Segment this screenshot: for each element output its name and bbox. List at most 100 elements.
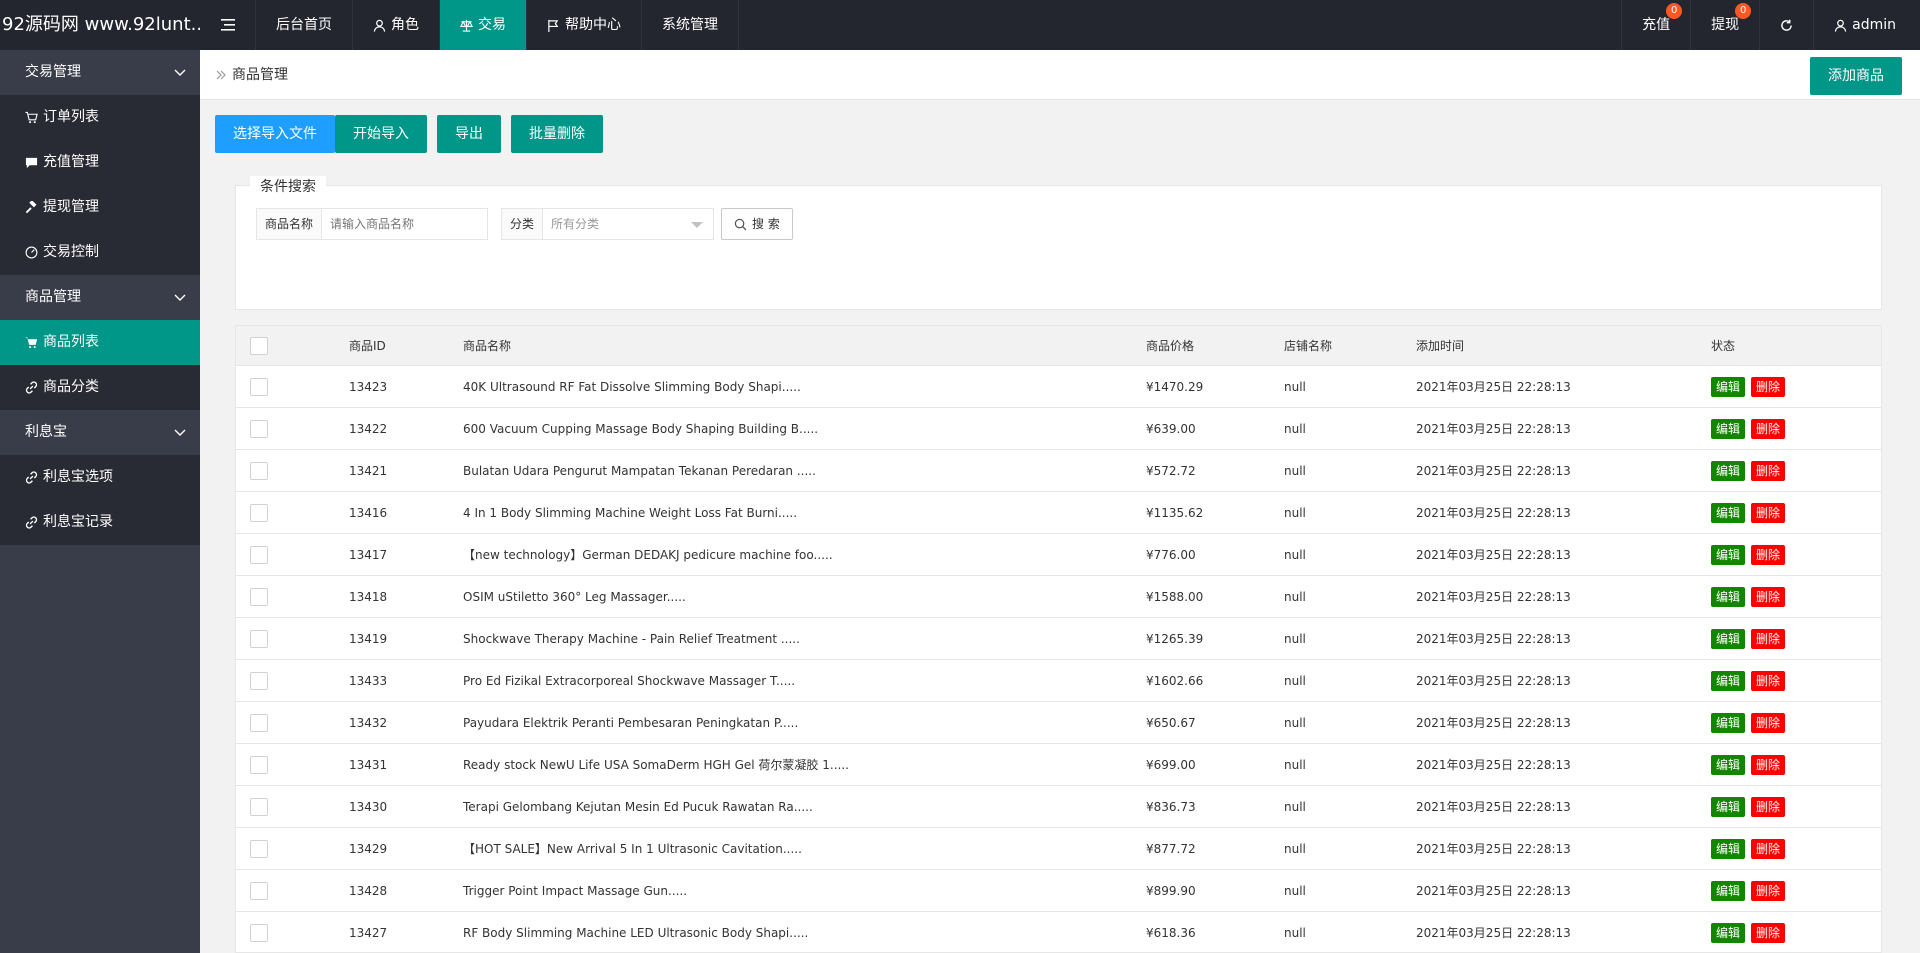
sidebar-item-withdraw[interactable]: 提现管理 bbox=[0, 185, 200, 230]
row-checkbox[interactable] bbox=[250, 671, 268, 690]
category-select[interactable]: 所有分类 bbox=[543, 209, 713, 239]
logo[interactable]: 92源码网 www.92lunt... bbox=[0, 0, 200, 50]
goods-name-input[interactable] bbox=[322, 209, 488, 239]
export-button[interactable]: 导出 bbox=[437, 115, 501, 153]
cell-shop: null bbox=[1284, 883, 1306, 898]
nav-help-label: 帮助中心 bbox=[565, 17, 621, 33]
row-checkbox[interactable] bbox=[250, 503, 268, 522]
edit-button[interactable]: 编辑 bbox=[1711, 586, 1746, 607]
chevron-down-icon bbox=[174, 294, 186, 301]
delete-button[interactable]: 删除 bbox=[1751, 628, 1786, 649]
nav-role[interactable]: 角色 bbox=[353, 0, 440, 50]
delete-button[interactable]: 删除 bbox=[1751, 376, 1786, 397]
row-checkbox[interactable] bbox=[250, 545, 268, 564]
cell-name: Shockwave Therapy Machine - Pain Relief … bbox=[463, 631, 800, 646]
delete-button[interactable]: 删除 bbox=[1751, 880, 1786, 901]
start-import-button[interactable]: 开始导入 bbox=[335, 115, 427, 153]
row-checkbox[interactable] bbox=[250, 587, 268, 606]
nav-trade[interactable]: 交易 bbox=[440, 0, 527, 50]
edit-button[interactable]: 编辑 bbox=[1711, 754, 1746, 775]
batch-delete-button[interactable]: 批量删除 bbox=[511, 115, 603, 153]
header-check-cell bbox=[250, 326, 280, 365]
row-checkbox[interactable] bbox=[250, 755, 268, 774]
delete-button[interactable]: 删除 bbox=[1751, 922, 1786, 943]
sidebar-item-interest-records[interactable]: 利息宝记录 bbox=[0, 500, 200, 545]
delete-button[interactable]: 删除 bbox=[1751, 586, 1786, 607]
delete-button[interactable]: 删除 bbox=[1751, 670, 1786, 691]
edit-button[interactable]: 编辑 bbox=[1711, 544, 1746, 565]
user-menu[interactable]: admin bbox=[1813, 0, 1920, 50]
sidebar-item-goods-category[interactable]: 商品分类 bbox=[0, 365, 200, 410]
delete-button[interactable]: 删除 bbox=[1751, 544, 1786, 565]
edit-button[interactable]: 编辑 bbox=[1711, 376, 1746, 397]
row-checkbox[interactable] bbox=[250, 839, 268, 858]
edit-button[interactable]: 编辑 bbox=[1711, 628, 1746, 649]
breadcrumb-current[interactable]: 商品管理 bbox=[232, 50, 288, 100]
nav-system[interactable]: 系统管理 bbox=[642, 0, 739, 50]
edit-button[interactable]: 编辑 bbox=[1711, 418, 1746, 439]
delete-button[interactable]: 删除 bbox=[1751, 502, 1786, 523]
sidebar-group-goods[interactable]: 商品管理 bbox=[0, 275, 200, 320]
row-checkbox[interactable] bbox=[250, 923, 268, 942]
scale-icon bbox=[460, 19, 473, 32]
edit-button[interactable]: 编辑 bbox=[1711, 838, 1746, 859]
cell-actions: 编辑 删除 bbox=[1711, 660, 1881, 701]
delete-button[interactable]: 删除 bbox=[1751, 712, 1786, 733]
header-shop: 店铺名称 bbox=[1284, 339, 1333, 353]
delete-button[interactable]: 删除 bbox=[1751, 796, 1786, 817]
row-checkbox[interactable] bbox=[250, 881, 268, 900]
cell-shop: null bbox=[1284, 631, 1306, 646]
refresh-button[interactable] bbox=[1759, 0, 1813, 50]
row-check-cell bbox=[250, 912, 280, 952]
sidebar-item-label: 提现管理 bbox=[43, 199, 99, 215]
nav-home[interactable]: 后台首页 bbox=[256, 0, 353, 50]
cell-time: 2021年03月25日 22:28:13 bbox=[1416, 758, 1571, 772]
cell-shop: null bbox=[1284, 505, 1306, 520]
main-content: 商品管理 添加商品 选择导入文件 开始导入 导出 批量删除 条件搜索 商品名称 … bbox=[200, 50, 1920, 953]
cell-id: 13416 bbox=[349, 505, 388, 520]
delete-button[interactable]: 删除 bbox=[1751, 754, 1786, 775]
sidebar-item-trade-control[interactable]: 交易控制 bbox=[0, 230, 200, 275]
sidebar-item-orders[interactable]: 订单列表 bbox=[0, 95, 200, 140]
sidebar-group-interest[interactable]: 利息宝 bbox=[0, 410, 200, 455]
table-row: 13429 【HOT SALE】New Arrival 5 In 1 Ultras… bbox=[236, 828, 1881, 870]
delete-button[interactable]: 删除 bbox=[1751, 418, 1786, 439]
row-checkbox[interactable] bbox=[250, 461, 268, 480]
table-row: 13416 4 In 1 Body Slimming Machine Weight… bbox=[236, 492, 1881, 534]
row-checkbox[interactable] bbox=[250, 629, 268, 648]
cell-name: Pro Ed Fizikal Extracorporeal Shockwave … bbox=[463, 673, 796, 688]
row-checkbox[interactable] bbox=[250, 419, 268, 438]
withdraw-link[interactable]: 提现 0 bbox=[1690, 0, 1759, 50]
gavel-icon bbox=[25, 201, 37, 214]
edit-button[interactable]: 编辑 bbox=[1711, 796, 1746, 817]
edit-button[interactable]: 编辑 bbox=[1711, 712, 1746, 733]
edit-button[interactable]: 编辑 bbox=[1711, 460, 1746, 481]
cell-price: ¥618.36 bbox=[1146, 925, 1196, 940]
sidebar-item-goods-list[interactable]: 商品列表 bbox=[0, 320, 200, 365]
select-all-checkbox[interactable] bbox=[250, 336, 268, 355]
add-goods-button[interactable]: 添加商品 bbox=[1810, 57, 1902, 95]
cell-id: 13418 bbox=[349, 589, 388, 604]
row-checkbox[interactable] bbox=[250, 377, 268, 396]
delete-button[interactable]: 删除 bbox=[1751, 460, 1786, 481]
menu-toggle[interactable] bbox=[200, 0, 256, 50]
cell-actions: 编辑 删除 bbox=[1711, 828, 1881, 869]
sidebar-group-trade[interactable]: 交易管理 bbox=[0, 50, 200, 95]
edit-button[interactable]: 编辑 bbox=[1711, 670, 1746, 691]
row-checkbox[interactable] bbox=[250, 713, 268, 732]
choose-import-file-button[interactable]: 选择导入文件 bbox=[215, 115, 335, 153]
edit-button[interactable]: 编辑 bbox=[1711, 502, 1746, 523]
edit-button[interactable]: 编辑 bbox=[1711, 922, 1746, 943]
sidebar-item-interest-options[interactable]: 利息宝选项 bbox=[0, 455, 200, 500]
cell-shop: null bbox=[1284, 715, 1306, 730]
cell-price: ¥1588.00 bbox=[1146, 589, 1204, 604]
sidebar-item-recharge[interactable]: 充值管理 bbox=[0, 140, 200, 185]
edit-button[interactable]: 编辑 bbox=[1711, 880, 1746, 901]
row-checkbox[interactable] bbox=[250, 797, 268, 816]
search-button[interactable]: 搜 索 bbox=[721, 208, 793, 240]
delete-button[interactable]: 删除 bbox=[1751, 838, 1786, 859]
recharge-link[interactable]: 充值 0 bbox=[1621, 0, 1690, 50]
row-check-cell bbox=[250, 576, 280, 617]
nav-help[interactable]: 帮助中心 bbox=[527, 0, 642, 50]
cell-time: 2021年03月25日 22:28:13 bbox=[1416, 548, 1571, 562]
